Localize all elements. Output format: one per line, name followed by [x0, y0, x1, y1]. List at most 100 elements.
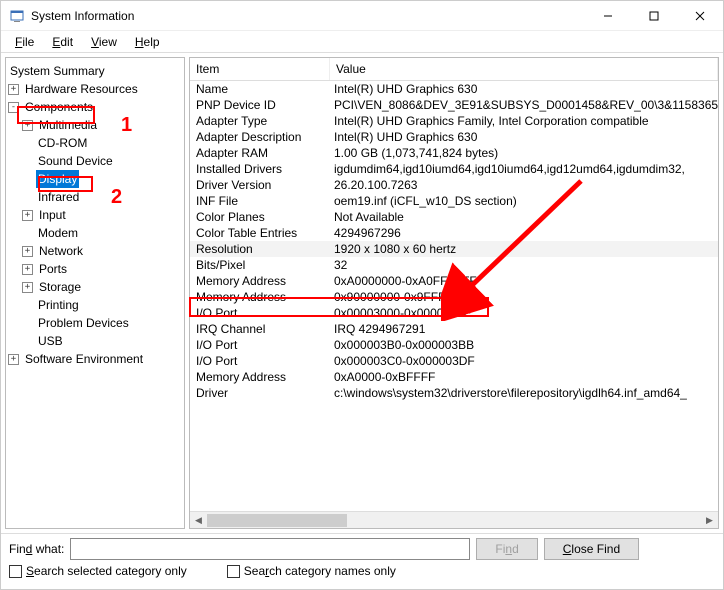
column-header-item[interactable]: Item: [190, 58, 330, 80]
tree-root[interactable]: System Summary: [8, 62, 182, 80]
tree-printing[interactable]: Printing: [8, 296, 182, 314]
detail-item: Memory Address: [190, 274, 330, 288]
detail-value: 0x000003C0-0x000003DF: [330, 354, 718, 368]
detail-row[interactable]: Memory Address0x90000000-0x9FFFFFFF: [190, 289, 718, 305]
titlebar: System Information: [1, 1, 723, 31]
checkbox-icon: [227, 565, 240, 578]
tree-multimedia[interactable]: +Multimedia: [8, 116, 182, 134]
plus-icon[interactable]: +: [22, 246, 33, 257]
detail-row[interactable]: Resolution1920 x 1080 x 60 hertz: [190, 241, 718, 257]
detail-item: INF File: [190, 194, 330, 208]
detail-row[interactable]: INF Fileoem19.inf (iCFL_w10_DS section): [190, 193, 718, 209]
find-button[interactable]: Find: [476, 538, 537, 560]
detail-item: Resolution: [190, 242, 330, 256]
detail-item: Color Table Entries: [190, 226, 330, 240]
detail-row[interactable]: Bits/Pixel32: [190, 257, 718, 273]
tree-usb[interactable]: USB: [8, 332, 182, 350]
tree-storage[interactable]: +Storage: [8, 278, 182, 296]
detail-value: Not Available: [330, 210, 718, 224]
detail-item: Driver: [190, 386, 330, 400]
detail-row[interactable]: Color Table Entries4294967296: [190, 225, 718, 241]
detail-row[interactable]: Adapter RAM1.00 GB (1,073,741,824 bytes): [190, 145, 718, 161]
checkbox-icon: [9, 565, 22, 578]
plus-icon[interactable]: +: [8, 84, 19, 95]
detail-row[interactable]: Installed Driversigdumdim64,igd10iumd64,…: [190, 161, 718, 177]
tree-problem-devices[interactable]: Problem Devices: [8, 314, 182, 332]
tree-cdrom[interactable]: CD-ROM: [8, 134, 182, 152]
menu-file[interactable]: File: [7, 33, 42, 51]
tree-software-environment[interactable]: +Software Environment: [8, 350, 182, 368]
detail-row[interactable]: Driverc:\windows\system32\driverstore\fi…: [190, 385, 718, 401]
detail-row[interactable]: Memory Address0xA0000000-0xA0FFFFFF: [190, 273, 718, 289]
plus-icon[interactable]: +: [8, 354, 19, 365]
detail-item: Installed Drivers: [190, 162, 330, 176]
detail-value: 0xA0000-0xBFFFF: [330, 370, 718, 384]
scroll-right-icon[interactable]: ▶: [701, 512, 718, 529]
tree-ports[interactable]: +Ports: [8, 260, 182, 278]
tree-panel: System Summary +Hardware Resources -Comp…: [5, 57, 185, 529]
tree-hardware-resources[interactable]: +Hardware Resources: [8, 80, 182, 98]
checkbox-search-names[interactable]: Search category names only: [227, 564, 396, 578]
detail-row[interactable]: I/O Port0x000003C0-0x000003DF: [190, 353, 718, 369]
menu-edit[interactable]: Edit: [44, 33, 81, 51]
details-panel: Item Value NameIntel(R) UHD Graphics 630…: [189, 57, 719, 529]
detail-value: 0x000003B0-0x000003BB: [330, 338, 718, 352]
detail-item: Adapter Description: [190, 130, 330, 144]
detail-value: 1920 x 1080 x 60 hertz: [330, 242, 718, 256]
detail-value: 0x00003000-0x0000303F: [330, 306, 718, 320]
checkbox-search-selected[interactable]: Search selected category only: [9, 564, 187, 578]
close-button[interactable]: [677, 1, 723, 31]
menu-view[interactable]: View: [83, 33, 125, 51]
detail-item: Color Planes: [190, 210, 330, 224]
detail-value: c:\windows\system32\driverstore\filerepo…: [330, 386, 718, 400]
detail-item: I/O Port: [190, 306, 330, 320]
detail-row[interactable]: PNP Device IDPCI\VEN_8086&DEV_3E91&SUBSY…: [190, 97, 718, 113]
detail-item: I/O Port: [190, 354, 330, 368]
search-bar: Find what: Find Close Find Search select…: [1, 533, 723, 579]
scroll-left-icon[interactable]: ◀: [190, 512, 207, 529]
annotation-number-1: 1: [121, 114, 132, 137]
annotation-number-2: 2: [111, 186, 122, 209]
menu-help[interactable]: Help: [127, 33, 168, 51]
detail-row[interactable]: I/O Port0x00003000-0x0000303F: [190, 305, 718, 321]
column-header-value[interactable]: Value: [330, 58, 718, 80]
detail-row[interactable]: Driver Version26.20.100.7263: [190, 177, 718, 193]
window-title: System Information: [31, 9, 585, 23]
tree-modem[interactable]: Modem: [8, 224, 182, 242]
tree-components[interactable]: -Components: [8, 98, 182, 116]
detail-item: Adapter Type: [190, 114, 330, 128]
plus-icon[interactable]: +: [22, 282, 33, 293]
find-input[interactable]: [70, 538, 470, 560]
detail-item: Memory Address: [190, 290, 330, 304]
detail-value: 1.00 GB (1,073,741,824 bytes): [330, 146, 718, 160]
tree-display[interactable]: Display: [8, 170, 182, 188]
tree-infrared[interactable]: Infrared: [8, 188, 182, 206]
tree-network[interactable]: +Network: [8, 242, 182, 260]
plus-icon[interactable]: +: [22, 210, 33, 221]
maximize-button[interactable]: [631, 1, 677, 31]
plus-icon[interactable]: +: [22, 120, 33, 131]
tree-sound-device[interactable]: Sound Device: [8, 152, 182, 170]
details-body: NameIntel(R) UHD Graphics 630PNP Device …: [190, 81, 718, 511]
minus-icon[interactable]: -: [8, 102, 19, 113]
scrollbar-thumb[interactable]: [207, 514, 347, 527]
tree-input[interactable]: +Input: [8, 206, 182, 224]
detail-row[interactable]: Adapter DescriptionIntel(R) UHD Graphics…: [190, 129, 718, 145]
detail-row[interactable]: Adapter TypeIntel(R) UHD Graphics Family…: [190, 113, 718, 129]
detail-value: 32: [330, 258, 718, 272]
detail-item: Bits/Pixel: [190, 258, 330, 272]
plus-icon[interactable]: +: [22, 264, 33, 275]
horizontal-scrollbar[interactable]: ◀ ▶: [190, 511, 718, 528]
detail-row[interactable]: IRQ ChannelIRQ 4294967291: [190, 321, 718, 337]
detail-value: oem19.inf (iCFL_w10_DS section): [330, 194, 718, 208]
detail-value: 0xA0000000-0xA0FFFFFF: [330, 274, 718, 288]
detail-row[interactable]: I/O Port0x000003B0-0x000003BB: [190, 337, 718, 353]
detail-item: Memory Address: [190, 370, 330, 384]
minimize-button[interactable]: [585, 1, 631, 31]
detail-row[interactable]: Color PlanesNot Available: [190, 209, 718, 225]
details-header: Item Value: [190, 58, 718, 81]
detail-value: Intel(R) UHD Graphics 630: [330, 82, 718, 96]
detail-row[interactable]: NameIntel(R) UHD Graphics 630: [190, 81, 718, 97]
detail-row[interactable]: Memory Address0xA0000-0xBFFFF: [190, 369, 718, 385]
close-find-button[interactable]: Close Find: [544, 538, 639, 560]
